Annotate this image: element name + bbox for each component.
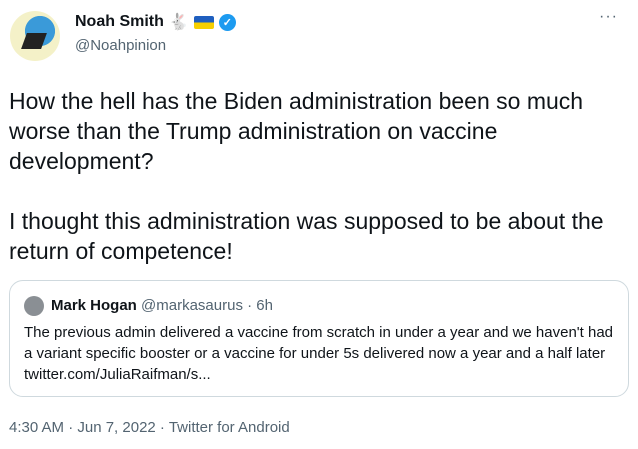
tweet-meta[interactable]: 4:30 AM · Jun 7, 2022 · Twitter for Andr…	[9, 419, 290, 436]
author-name-row[interactable]: Noah Smith 🐇 ✓	[75, 12, 236, 32]
more-options-icon[interactable]: ···	[599, 8, 618, 26]
verified-badge-icon: ✓	[218, 13, 236, 31]
author-handle[interactable]: @Noahpinion	[75, 37, 166, 54]
rabbit-emoji-icon: 🐇	[168, 14, 189, 31]
quoted-author-avatar	[24, 296, 44, 316]
quoted-text: The previous admin delivered a vaccine f…	[24, 324, 614, 383]
ukraine-flag-icon	[193, 15, 214, 29]
author-name[interactable]: Noah Smith	[75, 13, 164, 31]
tweet-text: How the hell has the Biden administratio…	[9, 88, 604, 264]
quoted-time: · 6h	[247, 297, 273, 314]
quoted-tweet[interactable]: Mark Hogan @markasaurus · 6h The previou…	[9, 280, 629, 397]
quoted-author-name: Mark Hogan	[51, 297, 137, 314]
author-avatar[interactable]	[10, 11, 60, 61]
quoted-author-handle: @markasaurus	[141, 297, 243, 314]
